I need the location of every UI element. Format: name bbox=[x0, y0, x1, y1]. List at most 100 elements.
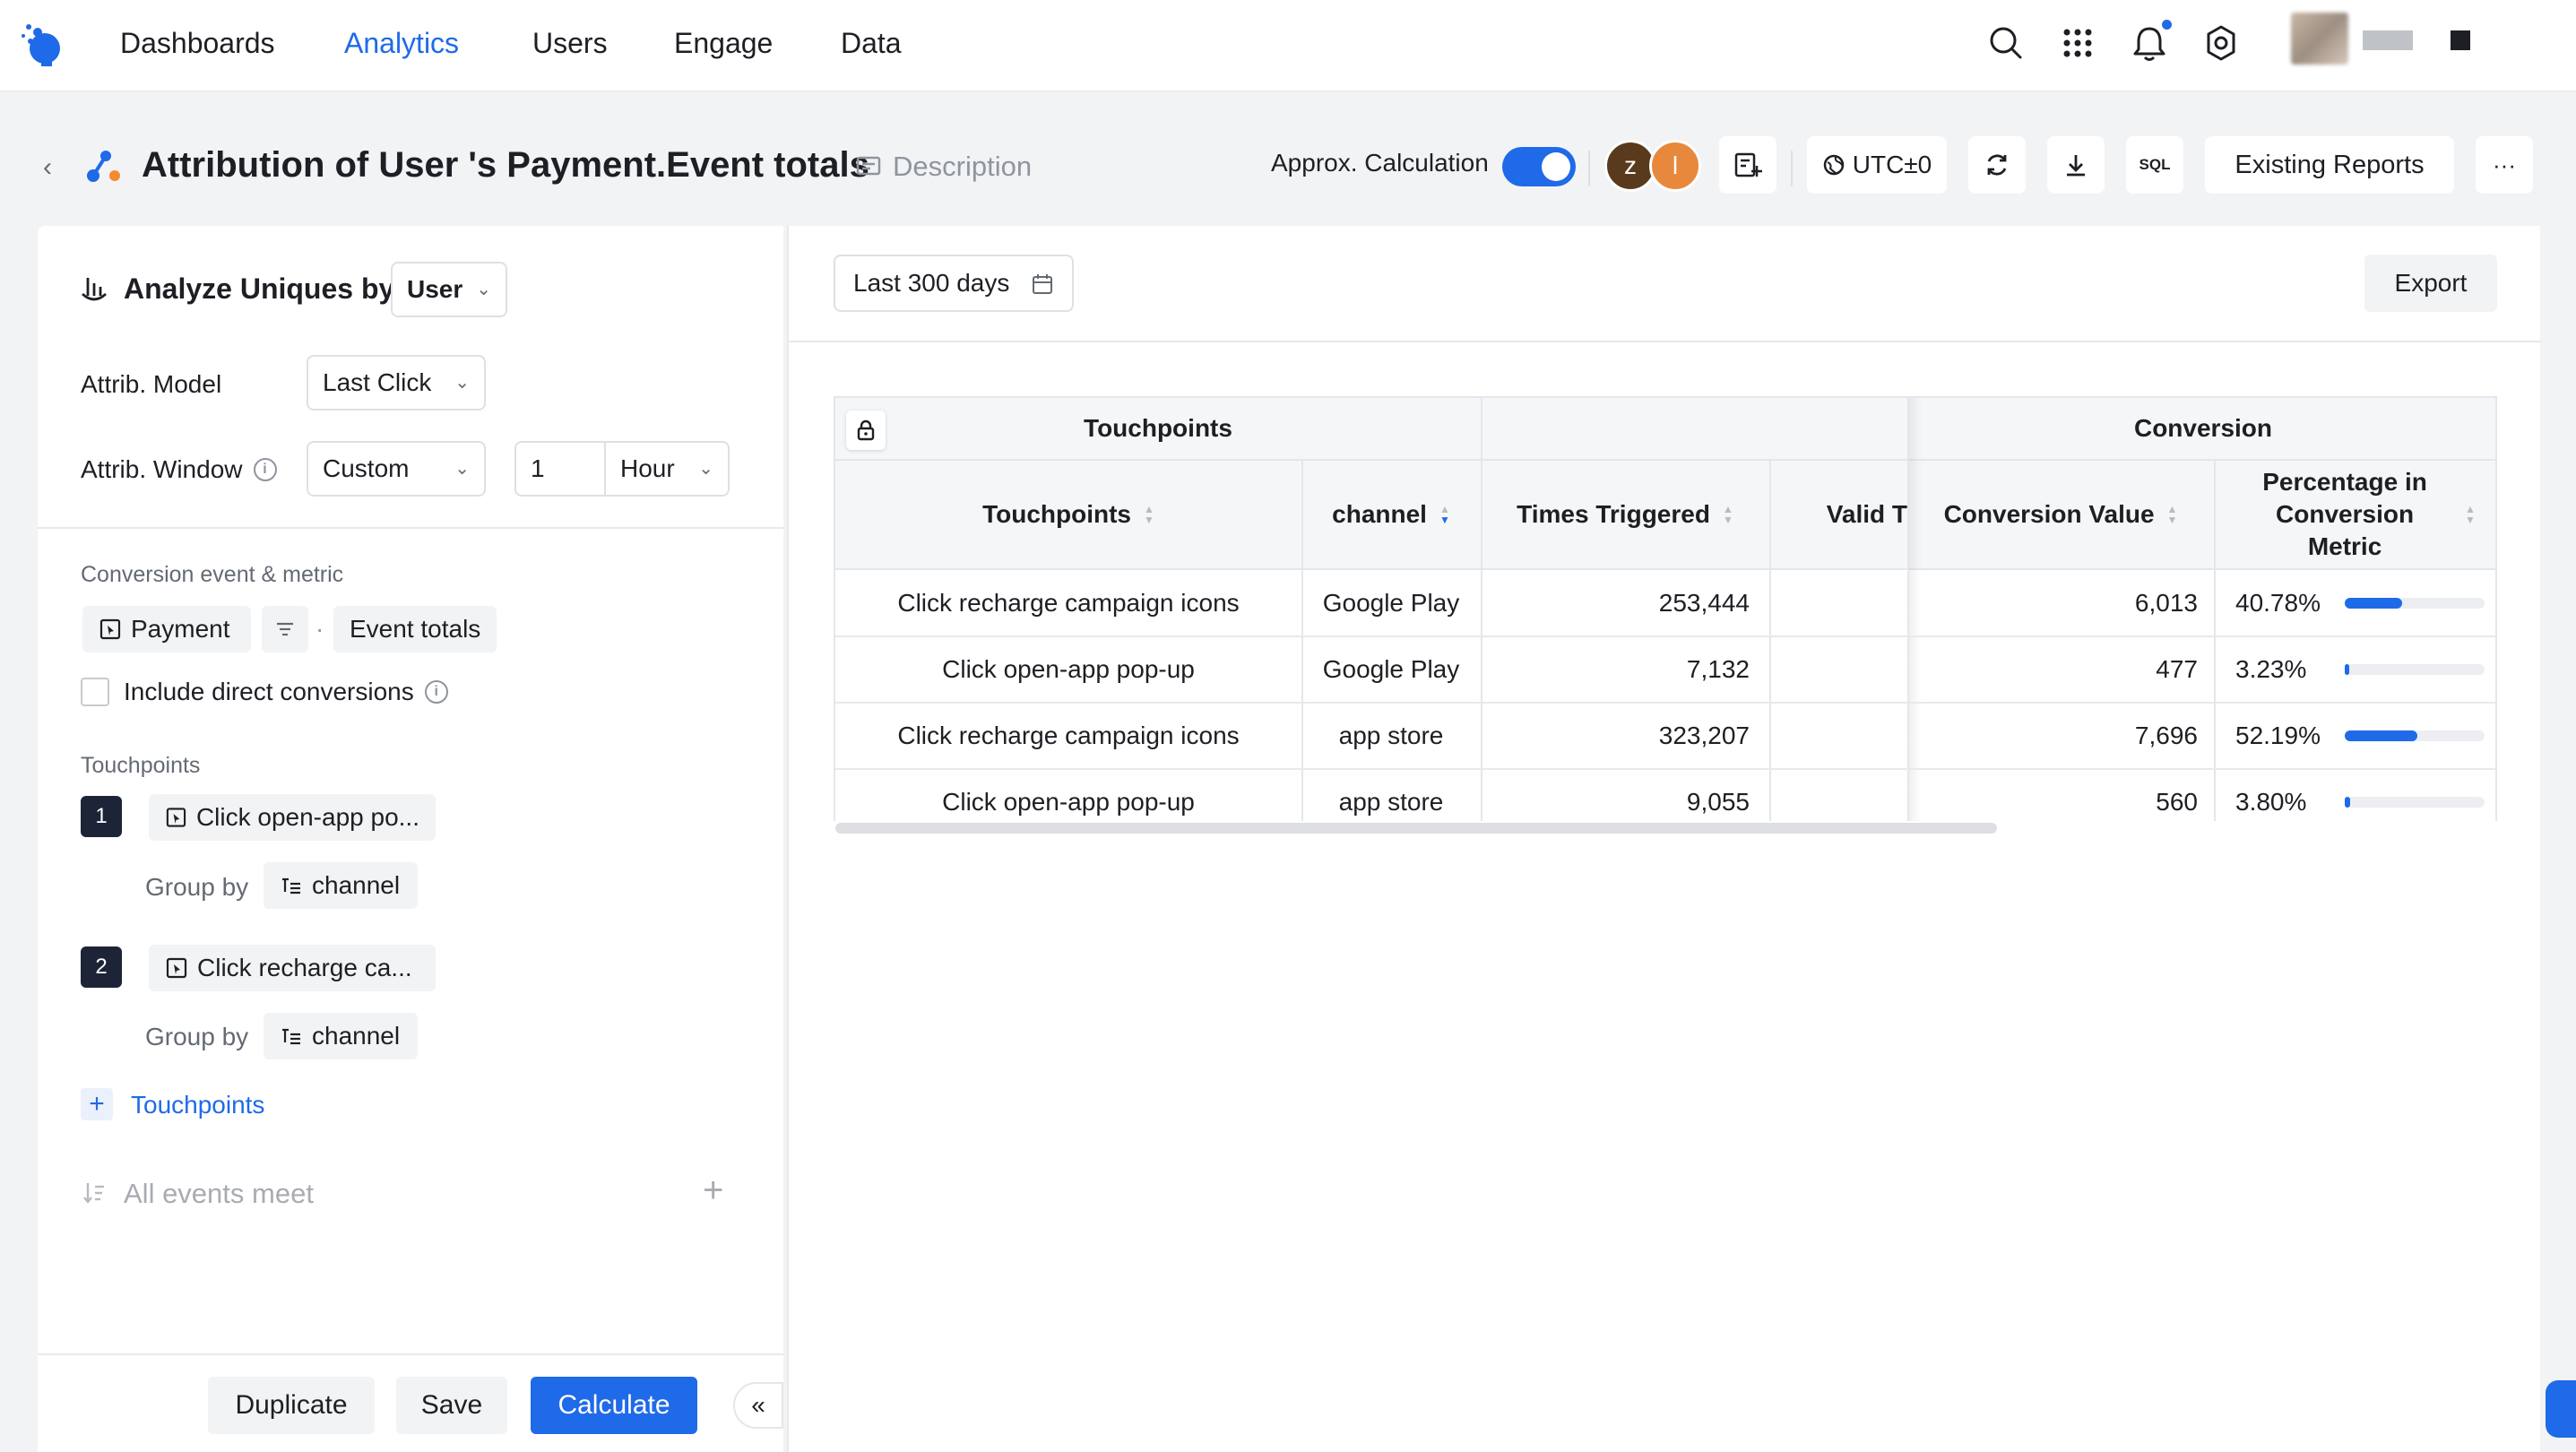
chevron-down-icon: ⌄ bbox=[476, 280, 491, 299]
date-range-value: Last 300 days bbox=[853, 269, 1010, 297]
touchpoint-index-badge: 1 bbox=[81, 796, 122, 837]
group-by-value: channel bbox=[312, 1022, 401, 1050]
attrib-window-type-select[interactable]: Custom ⌄ bbox=[307, 441, 486, 497]
attrib-window-row: Attrib. Window i bbox=[81, 455, 277, 484]
chat-widget-button[interactable] bbox=[2546, 1380, 2576, 1438]
column-header-touchpoints[interactable]: Touchpoints ▲ ▼ bbox=[835, 461, 1301, 570]
attribution-report-icon bbox=[87, 151, 120, 182]
download-icon bbox=[2067, 155, 2085, 177]
cell-channel: Google Play bbox=[1322, 589, 1460, 617]
timezone-button[interactable]: UTC±0 bbox=[1807, 136, 1947, 194]
touchpoint-event-chip[interactable]: Click recharge ca... bbox=[149, 945, 436, 991]
column-header-channel[interactable]: channel ▲ ▼ bbox=[1301, 461, 1481, 570]
touchpoints-section-label: Touchpoints bbox=[81, 753, 201, 778]
sort-icon[interactable]: ▲ ▼ bbox=[2167, 504, 2178, 525]
save-button[interactable]: Save bbox=[396, 1377, 507, 1434]
column-header-percentage[interactable]: Percentage in Conversion Metric ▲ ▼ bbox=[2214, 461, 2495, 570]
user-avatar[interactable] bbox=[2291, 13, 2348, 65]
add-filter-plus-icon[interactable]: + bbox=[703, 1171, 723, 1211]
lock-icon[interactable] bbox=[846, 411, 886, 450]
sort-icon[interactable]: ▲ ▼ bbox=[2465, 504, 2476, 525]
col-divider bbox=[2214, 461, 2216, 821]
include-direct-label: Include direct conversions bbox=[124, 678, 414, 705]
sql-button[interactable]: SQL bbox=[2126, 136, 2183, 194]
top-nav: Dashboards Analytics Users Engage Data bbox=[0, 0, 2576, 91]
collaborator-avatar-l[interactable]: l bbox=[1649, 140, 1701, 192]
percentage-bar bbox=[2345, 797, 2485, 808]
nav-data[interactable]: Data bbox=[841, 25, 902, 61]
group-by-chip[interactable]: channel bbox=[264, 862, 418, 909]
event-icon bbox=[166, 957, 187, 979]
cell-percentage: 3.80% bbox=[2235, 788, 2307, 816]
attrib-window-unit-select[interactable]: Hour ⌄ bbox=[604, 441, 730, 497]
nav-dashboards[interactable]: Dashboards bbox=[120, 25, 275, 61]
existing-reports-button[interactable]: Existing Reports bbox=[2205, 136, 2454, 194]
attrib-window-label: Attrib. Window bbox=[81, 455, 243, 483]
add-touchpoints-link[interactable]: Touchpoints bbox=[131, 1091, 264, 1119]
refresh-button[interactable] bbox=[1968, 136, 2026, 194]
horizontal-scrollbar[interactable] bbox=[835, 823, 1997, 834]
download-button[interactable] bbox=[2047, 136, 2105, 194]
cell-conversion-value: 7,696 bbox=[2134, 722, 2198, 749]
add-to-dashboard-button[interactable] bbox=[1719, 136, 1776, 194]
cell-times-triggered: 7,132 bbox=[1686, 655, 1750, 683]
cell-times-triggered: 323,207 bbox=[1658, 722, 1750, 749]
conversion-event-chip[interactable]: Payment bbox=[82, 606, 251, 653]
cell-touchpoint: Click recharge campaign icons bbox=[897, 722, 1240, 749]
column-header-touchpoints-label: Touchpoints bbox=[982, 500, 1131, 528]
include-direct-checkbox[interactable] bbox=[81, 678, 109, 706]
col-divider bbox=[1301, 461, 1303, 570]
export-button[interactable]: Export bbox=[2364, 255, 2497, 312]
attrib-model-label: Attrib. Model bbox=[81, 370, 222, 398]
sort-icon[interactable]: ▲ ▼ bbox=[1144, 504, 1154, 525]
search-icon[interactable] bbox=[1984, 22, 2027, 65]
column-header-conversion-value[interactable]: Conversion Value ▲ ▼ bbox=[1907, 461, 2214, 570]
duplicate-button[interactable]: Duplicate bbox=[208, 1377, 375, 1434]
section-divider bbox=[38, 527, 783, 529]
info-icon[interactable]: i bbox=[424, 680, 448, 704]
nav-analytics[interactable]: Analytics bbox=[344, 25, 459, 61]
approx-calculation-toggle[interactable] bbox=[1502, 147, 1576, 186]
back-chevron-icon[interactable]: ‹ bbox=[43, 152, 52, 183]
apps-grid-icon[interactable] bbox=[2056, 22, 2099, 65]
description-button[interactable]: Description bbox=[855, 151, 1032, 183]
column-header-valid[interactable]: Valid T bbox=[1769, 461, 1907, 570]
app-logo-icon[interactable] bbox=[20, 18, 70, 68]
group-by-chip[interactable]: channel bbox=[264, 1013, 418, 1059]
sort-icon[interactable]: ▲ ▼ bbox=[1723, 504, 1733, 525]
analyze-by-select[interactable]: User ⌄ bbox=[391, 262, 507, 317]
cell-touchpoint: Click open-app pop-up bbox=[942, 655, 1195, 683]
group-header-conversion: Conversion bbox=[1907, 398, 2495, 461]
cell-channel: Google Play bbox=[1322, 655, 1460, 683]
more-options-button[interactable]: ··· bbox=[2476, 136, 2533, 194]
filter-icon bbox=[277, 622, 293, 636]
page-title: Attribution of User 's Payment.Event tot… bbox=[142, 145, 869, 185]
divider bbox=[1588, 151, 1590, 186]
analyze-by-value: User bbox=[407, 275, 463, 303]
cell-touchpoint: Click open-app pop-up bbox=[942, 788, 1195, 816]
percentage-bar bbox=[2345, 664, 2485, 675]
col-divider bbox=[1769, 461, 1771, 821]
cell-touchpoint: Click recharge campaign icons bbox=[897, 589, 1240, 617]
column-header-times-triggered[interactable]: Times Triggered ▲ ▼ bbox=[1481, 461, 1769, 570]
gear-icon[interactable] bbox=[2200, 22, 2243, 65]
touchpoint-event-chip[interactable]: Click open-app po... bbox=[149, 794, 436, 841]
chevron-down-icon: ⌄ bbox=[698, 459, 713, 479]
sort-icon[interactable]: ▲ ▼ bbox=[1439, 504, 1450, 525]
timezone-label: UTC±0 bbox=[1852, 151, 1932, 178]
conversion-metric-chip[interactable]: Event totals bbox=[333, 606, 497, 653]
attrib-window-amount-input[interactable]: 1 bbox=[514, 441, 606, 497]
calculate-button[interactable]: Calculate bbox=[531, 1377, 697, 1434]
info-icon[interactable]: i bbox=[253, 458, 277, 481]
nav-users[interactable]: Users bbox=[532, 25, 608, 61]
footer-divider bbox=[38, 1353, 783, 1355]
plus-icon[interactable]: + bbox=[81, 1088, 113, 1120]
filter-button[interactable] bbox=[262, 606, 308, 653]
nav-engage[interactable]: Engage bbox=[674, 25, 773, 61]
analyze-by-icon bbox=[82, 278, 107, 301]
date-range-picker[interactable]: Last 300 days bbox=[834, 255, 1074, 312]
results-divider bbox=[789, 341, 2542, 342]
cell-times-triggered: 9,055 bbox=[1686, 788, 1750, 816]
attrib-model-select[interactable]: Last Click ⌄ bbox=[307, 355, 486, 411]
collapse-panel-button[interactable]: « bbox=[733, 1382, 783, 1429]
